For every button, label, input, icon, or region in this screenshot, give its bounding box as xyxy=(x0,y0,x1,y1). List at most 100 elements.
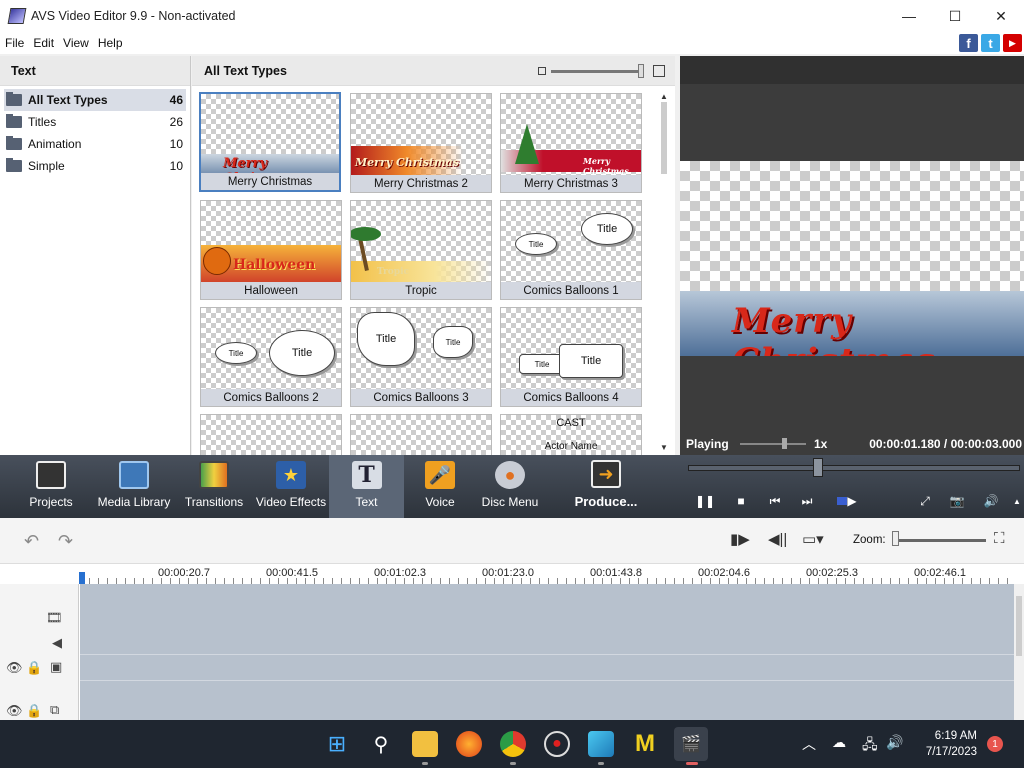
template-item[interactable] xyxy=(200,414,342,455)
firefox-icon[interactable] xyxy=(456,731,482,757)
category-pane-header: Text xyxy=(0,56,190,86)
template-merry-christmas[interactable]: Merry Christmas Merry Christmas xyxy=(199,92,341,192)
split-icon[interactable]: ▮▶ xyxy=(730,530,750,548)
playback-progress-bar[interactable] xyxy=(688,465,1020,471)
stop-button[interactable]: ■ xyxy=(732,492,750,510)
cloud-icon[interactable]: ☁ xyxy=(832,734,846,751)
category-titles[interactable]: Titles 26 xyxy=(4,111,186,133)
small-thumbnails-icon[interactable] xyxy=(538,67,546,75)
scroll-up-arrow-icon[interactable]: ▲ xyxy=(660,92,668,101)
speed-slider-handle[interactable] xyxy=(782,438,787,449)
zoom-slider-handle[interactable] xyxy=(892,531,899,546)
chrome-icon[interactable] xyxy=(500,731,526,757)
tool-transitions[interactable]: Transitions xyxy=(184,455,244,518)
close-button[interactable]: ✕ xyxy=(978,0,1024,32)
tool-video-effects[interactable]: ★ Video Effects xyxy=(254,455,328,518)
category-animation[interactable]: Animation 10 xyxy=(4,133,186,155)
template-preview: Merry Christmas xyxy=(351,94,491,176)
playback-progress-handle[interactable] xyxy=(813,458,823,477)
template-preview: Title Title xyxy=(201,308,341,390)
template-label: Tropic xyxy=(351,282,491,299)
playhead-marker[interactable] xyxy=(79,572,85,584)
zoom-slider[interactable] xyxy=(896,539,986,542)
menu-edit[interactable]: Edit xyxy=(29,36,58,50)
tool-produce[interactable]: ➜ Produce... xyxy=(570,455,642,518)
scrollbar-thumb[interactable] xyxy=(1016,596,1022,656)
maximize-button[interactable]: ☐ xyxy=(932,0,978,32)
youtube-icon[interactable]: ▶ xyxy=(1003,34,1022,52)
ruler-label: 00:02:04.6 xyxy=(698,567,750,579)
timeline-scrollbar[interactable] xyxy=(1014,584,1024,720)
windows-start-icon[interactable]: ⊞ xyxy=(324,731,350,757)
template-comics-balloons-1[interactable]: Title Title Comics Balloons 1 xyxy=(500,200,642,300)
template-preview-text: Halloween xyxy=(233,257,316,273)
track-area[interactable] xyxy=(80,584,1014,720)
audio-settings-icon[interactable]: ◀|| xyxy=(768,530,787,548)
tool-voice[interactable]: 🎤 Voice xyxy=(414,455,466,518)
templates-scrollbar[interactable]: ▲ ▼ xyxy=(660,92,668,452)
fullscreen-button[interactable]: ⤢ xyxy=(916,492,934,510)
tool-text[interactable]: T Text xyxy=(329,455,404,518)
folder-icon xyxy=(6,158,22,172)
system-clock[interactable]: 6:19 AM 7/17/2023 xyxy=(926,728,977,760)
template-merry-christmas-2[interactable]: Merry Christmas Merry Christmas 2 xyxy=(350,93,492,193)
record-icon[interactable]: ● xyxy=(544,731,570,757)
facebook-icon[interactable]: f xyxy=(959,34,978,52)
lock-icon[interactable]: 🔒 xyxy=(26,660,42,676)
category-all-text-types[interactable]: All Text Types 46 xyxy=(4,89,186,111)
next-button[interactable]: ⏭ xyxy=(798,492,816,510)
template-item[interactable] xyxy=(350,414,492,455)
template-preview: Merry Christmas xyxy=(201,94,339,176)
tool-projects[interactable]: Projects xyxy=(22,455,80,518)
notification-badge[interactable]: 1 xyxy=(987,736,1003,752)
preview-canvas[interactable]: Merry Christmas xyxy=(680,161,1024,356)
template-comics-balloons-3[interactable]: Title Title Comics Balloons 3 xyxy=(350,307,492,407)
eye-icon[interactable]: 👁 xyxy=(6,660,23,676)
m-app-icon[interactable]: M xyxy=(632,730,658,757)
avs-video-editor-taskbar-icon[interactable]: 🎬 xyxy=(674,727,708,761)
template-halloween[interactable]: Halloween Halloween xyxy=(200,200,342,300)
snapshot-button[interactable]: 📷 xyxy=(948,492,966,510)
menu-view[interactable]: View xyxy=(59,36,93,50)
tool-media-library[interactable]: Media Library xyxy=(96,455,172,518)
template-comics-balloons-4[interactable]: Title Title Comics Balloons 4 xyxy=(500,307,642,407)
template-comics-balloons-2[interactable]: Title Title Comics Balloons 2 xyxy=(200,307,342,407)
file-explorer-icon[interactable] xyxy=(412,731,438,757)
menu-help[interactable]: Help xyxy=(94,36,127,50)
scroll-down-arrow-icon[interactable]: ▼ xyxy=(660,443,668,452)
template-merry-christmas-3[interactable]: Merry Christmas Merry Christmas 3 xyxy=(500,93,642,193)
template-credits[interactable]: CAST Actor Name xyxy=(500,414,642,455)
category-count: 46 xyxy=(169,93,183,107)
large-thumbnails-icon[interactable] xyxy=(653,65,665,77)
app-window-icon[interactable] xyxy=(588,731,614,757)
network-icon[interactable]: 🖧 xyxy=(862,734,878,758)
thumbnail-size-slider-handle[interactable] xyxy=(638,64,644,78)
eye-icon[interactable]: 👁 xyxy=(6,703,23,719)
timeline-ruler[interactable]: 00:00:20.7 00:00:41.5 00:01:02.3 00:01:2… xyxy=(0,564,1024,584)
thumbnail-size-slider[interactable] xyxy=(551,70,643,73)
tool-disc-menu[interactable]: ● Disc Menu xyxy=(480,455,540,518)
minimize-button[interactable]: — xyxy=(886,0,932,32)
category-simple[interactable]: Simple 10 xyxy=(4,155,186,177)
fit-timeline-icon[interactable]: ⛶ xyxy=(994,530,1005,547)
show-hidden-icons-icon[interactable]: ︿ xyxy=(802,734,816,754)
menu-file[interactable]: File xyxy=(1,36,28,50)
frame-by-frame-button[interactable]: ▶ xyxy=(836,492,858,510)
twitter-icon[interactable]: t xyxy=(981,34,1000,52)
search-icon[interactable]: ⚲ xyxy=(368,731,394,757)
pause-button[interactable]: ❚❚ xyxy=(695,492,715,510)
speaker-icon[interactable]: 🔊 xyxy=(886,734,903,751)
redo-button[interactable]: ↷ xyxy=(58,531,73,552)
audio-mute-icon[interactable]: ◀ xyxy=(52,635,62,651)
speed-slider[interactable] xyxy=(740,443,806,445)
aspect-ratio-icon[interactable]: ▭▾ xyxy=(802,530,824,548)
lock-icon[interactable]: 🔒 xyxy=(26,703,42,719)
microphone-icon: 🎤 xyxy=(425,461,455,489)
volume-menu-arrow-icon[interactable]: ▲ xyxy=(1008,492,1024,510)
ruler-label: 00:01:23.0 xyxy=(482,567,534,579)
previous-button[interactable]: ⏮ xyxy=(766,492,784,510)
volume-button[interactable]: 🔊 xyxy=(982,492,1000,510)
scrollbar-thumb[interactable] xyxy=(661,102,667,174)
template-tropic[interactable]: Tropic Tropic xyxy=(350,200,492,300)
undo-button[interactable]: ↶ xyxy=(24,531,39,552)
